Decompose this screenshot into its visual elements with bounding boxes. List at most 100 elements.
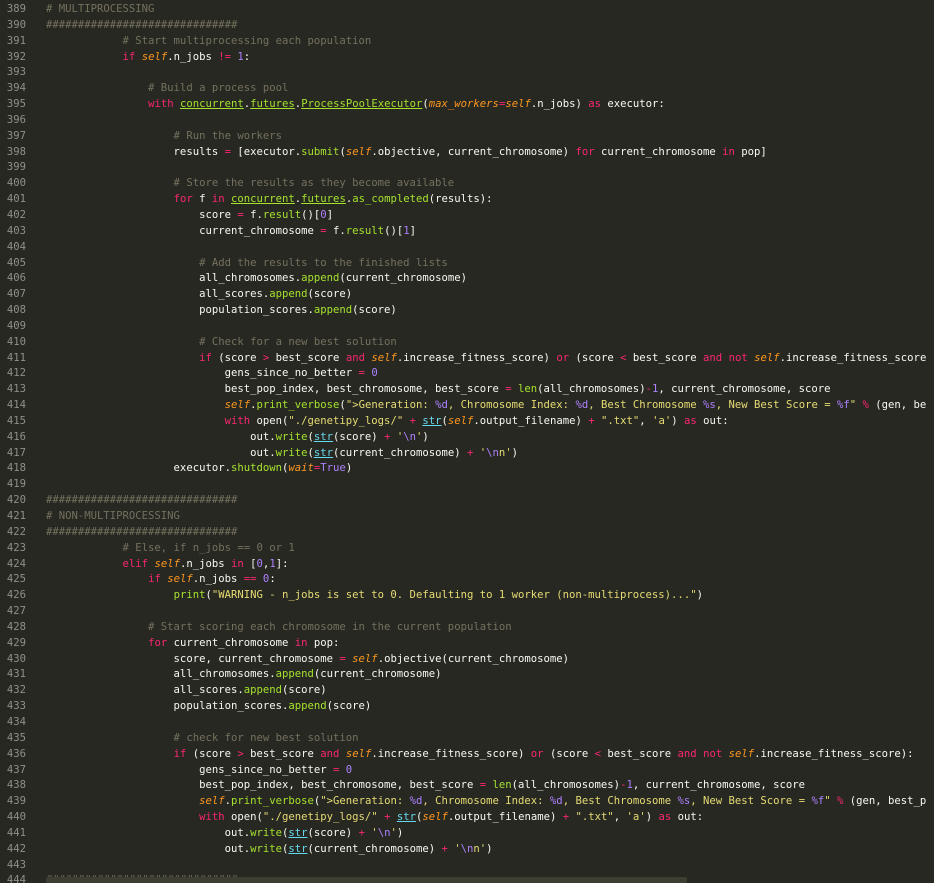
line-text: # Run the workers <box>46 129 282 145</box>
code-token: and <box>345 351 365 364</box>
code-token: out. <box>46 826 251 839</box>
line-number: 422 <box>6 525 26 538</box>
line-text: gens_since_no_better = 0 <box>46 763 352 779</box>
code-line[interactable]: 391 # Start multiprocessing each populat… <box>0 34 934 50</box>
code-line[interactable]: 425 if self.n_jobs == 0: <box>0 572 934 588</box>
code-line[interactable]: 413 best_pop_index, best_chromosome, bes… <box>0 382 934 398</box>
line-text: self.print_verbose(">Generation: %d, Chr… <box>46 398 927 414</box>
line-text: for current_chromosome in pop: <box>46 636 339 652</box>
line-text: population_scores.append(score) <box>46 303 397 319</box>
line-number: 434 <box>6 715 26 728</box>
code-line[interactable]: 404 <box>0 240 934 256</box>
code-line[interactable]: 410 # Check for a new best solution <box>0 335 934 351</box>
code-line[interactable]: 419 <box>0 477 934 493</box>
horizontal-scrollbar[interactable] <box>46 877 687 883</box>
line-number: 407 <box>6 288 26 301</box>
code-token: self <box>371 351 397 364</box>
code-line[interactable]: 418 executor.shutdown(wait=True) <box>0 461 934 477</box>
code-line[interactable]: 439 self.print_verbose(">Generation: %d,… <box>0 794 934 810</box>
code-line[interactable]: 392 if self.n_jobs != 1: <box>0 50 934 66</box>
code-line[interactable]: 396 <box>0 113 934 129</box>
code-token: out: <box>671 811 704 824</box>
code-line[interactable]: 395 with concurrent.futures.ProcessPoolE… <box>0 97 934 113</box>
line-number: 393 <box>6 66 26 79</box>
code-line[interactable]: 428 # Start scoring each chromosome in t… <box>0 620 934 636</box>
code-line[interactable]: 421 # NON-MULTIPROCESSING <box>0 509 934 525</box>
code-token: .n_jobs <box>192 573 244 586</box>
code-token: and <box>677 747 697 760</box>
code-token: append <box>275 668 314 681</box>
code-line[interactable]: 423 # Else, if n_jobs == 0 or 1 <box>0 541 934 557</box>
line-number: 432 <box>6 684 26 697</box>
line-number: 439 <box>6 795 26 808</box>
code-line[interactable]: 402 score = f.result()[0] <box>0 208 934 224</box>
code-line[interactable]: 426 print("WARNING - n_jobs is set to 0.… <box>0 588 934 604</box>
code-token: ".txt" <box>601 414 640 427</box>
code-line[interactable]: 422 ############################## <box>0 525 934 541</box>
code-token: write <box>250 842 282 855</box>
code-line[interactable]: 407 all_scores.append(score) <box>0 287 934 303</box>
code-token: # Else, if n_jobs == 0 or 1 <box>46 541 295 554</box>
code-editor[interactable]: 389 # MULTIPROCESSING 390 #################… <box>0 0 934 883</box>
code-line[interactable]: 420 ############################## <box>0 493 934 509</box>
code-line[interactable]: 429 for current_chromosome in pop: <box>0 636 934 652</box>
line-number: 412 <box>6 367 26 380</box>
code-line[interactable]: 441 out.write(str(score) + '\n') <box>0 826 934 842</box>
code-line[interactable]: 416 out.write(str(score) + '\n') <box>0 430 934 446</box>
code-line[interactable]: 409 <box>0 319 934 335</box>
code-token: self <box>224 399 251 412</box>
code-line[interactable]: 403 current_chromosome = f.result()[1] <box>0 224 934 240</box>
code-token: (score) <box>307 288 353 301</box>
code-line[interactable]: 424 elif self.n_jobs in [0,1]: <box>0 557 934 573</box>
code-token: (score <box>543 747 595 760</box>
code-line[interactable]: 415 with open("./genetipy_logs/" + str(s… <box>0 414 934 430</box>
code-line[interactable]: 400 # Store the results as they become a… <box>0 176 934 192</box>
line-text: out.write(str(current_chromosome) + '\nn… <box>46 446 518 462</box>
code-token: all_chromosomes. <box>46 272 302 285</box>
code-line[interactable]: 414 self.print_verbose(">Generation: %d,… <box>0 398 934 414</box>
line-text: current_chromosome = f.result()[1] <box>46 224 416 240</box>
line-number: 430 <box>6 652 26 665</box>
code-line[interactable]: 432 all_scores.append(score) <box>0 683 934 699</box>
code-line[interactable]: 393 <box>0 65 934 81</box>
code-token: in <box>211 193 225 206</box>
line-text: ############################## <box>46 525 237 541</box>
line-number: 424 <box>6 557 26 570</box>
code-line[interactable]: 427 <box>0 604 934 620</box>
code-token: .output_filename) <box>447 811 563 824</box>
code-token: self <box>154 557 180 570</box>
code-token: %d <box>549 795 563 808</box>
code-line[interactable]: 437 gens_since_no_better = 0 <box>0 763 934 779</box>
code-line[interactable]: 434 <box>0 715 934 731</box>
code-line[interactable]: 394 # Build a process pool <box>0 81 934 97</box>
code-line[interactable]: 436 if (score > best_score and self.incr… <box>0 747 934 763</box>
code-token: write <box>275 446 308 459</box>
code-line[interactable]: 440 with open("./genetipy_logs/" + str(s… <box>0 810 934 826</box>
code-line[interactable]: 390 ############################## <box>0 18 934 34</box>
code-token: append <box>269 288 308 301</box>
code-line[interactable]: 399 <box>0 160 934 176</box>
code-line[interactable]: 397 # Run the workers <box>0 129 934 145</box>
code-line[interactable]: 443 <box>0 858 934 874</box>
code-line[interactable]: 417 out.write(str(current_chromosome) + … <box>0 446 934 462</box>
code-line[interactable]: 412 gens_since_no_better = 0 <box>0 366 934 382</box>
code-line[interactable]: 442 out.write(str(current_chromosome) + … <box>0 842 934 858</box>
code-line[interactable]: 408 population_scores.append(score) <box>0 303 934 319</box>
code-token: ()[ <box>301 208 321 221</box>
code-token: 'a' <box>626 811 646 824</box>
code-line[interactable]: 431 all_chromosomes.append(current_chrom… <box>0 667 934 683</box>
line-number: 425 <box>6 573 26 586</box>
code-line[interactable]: 430 score, current_chromosome = self.obj… <box>0 652 934 668</box>
code-line[interactable]: 406 all_chromosomes.append(current_chrom… <box>0 271 934 287</box>
code-line[interactable]: 389 # MULTIPROCESSING <box>0 2 934 18</box>
code-line[interactable]: 433 population_scores.append(score) <box>0 699 934 715</box>
code-line[interactable]: 398 results = [executor.submit(self.obje… <box>0 145 934 161</box>
line-number: 431 <box>6 668 26 681</box>
line-number: 442 <box>6 842 26 855</box>
code-line[interactable]: 401 for f in concurrent.futures.as_compl… <box>0 192 934 208</box>
code-line[interactable]: 435 # check for new best solution <box>0 731 934 747</box>
code-line[interactable]: 438 best_pop_index, best_chromosome, bes… <box>0 778 934 794</box>
code-line[interactable]: 405 # Add the results to the finished li… <box>0 256 934 272</box>
code-area[interactable]: 389 # MULTIPROCESSING 390 #################… <box>0 2 934 883</box>
code-line[interactable]: 411 if (score > best_score and self.incr… <box>0 351 934 367</box>
